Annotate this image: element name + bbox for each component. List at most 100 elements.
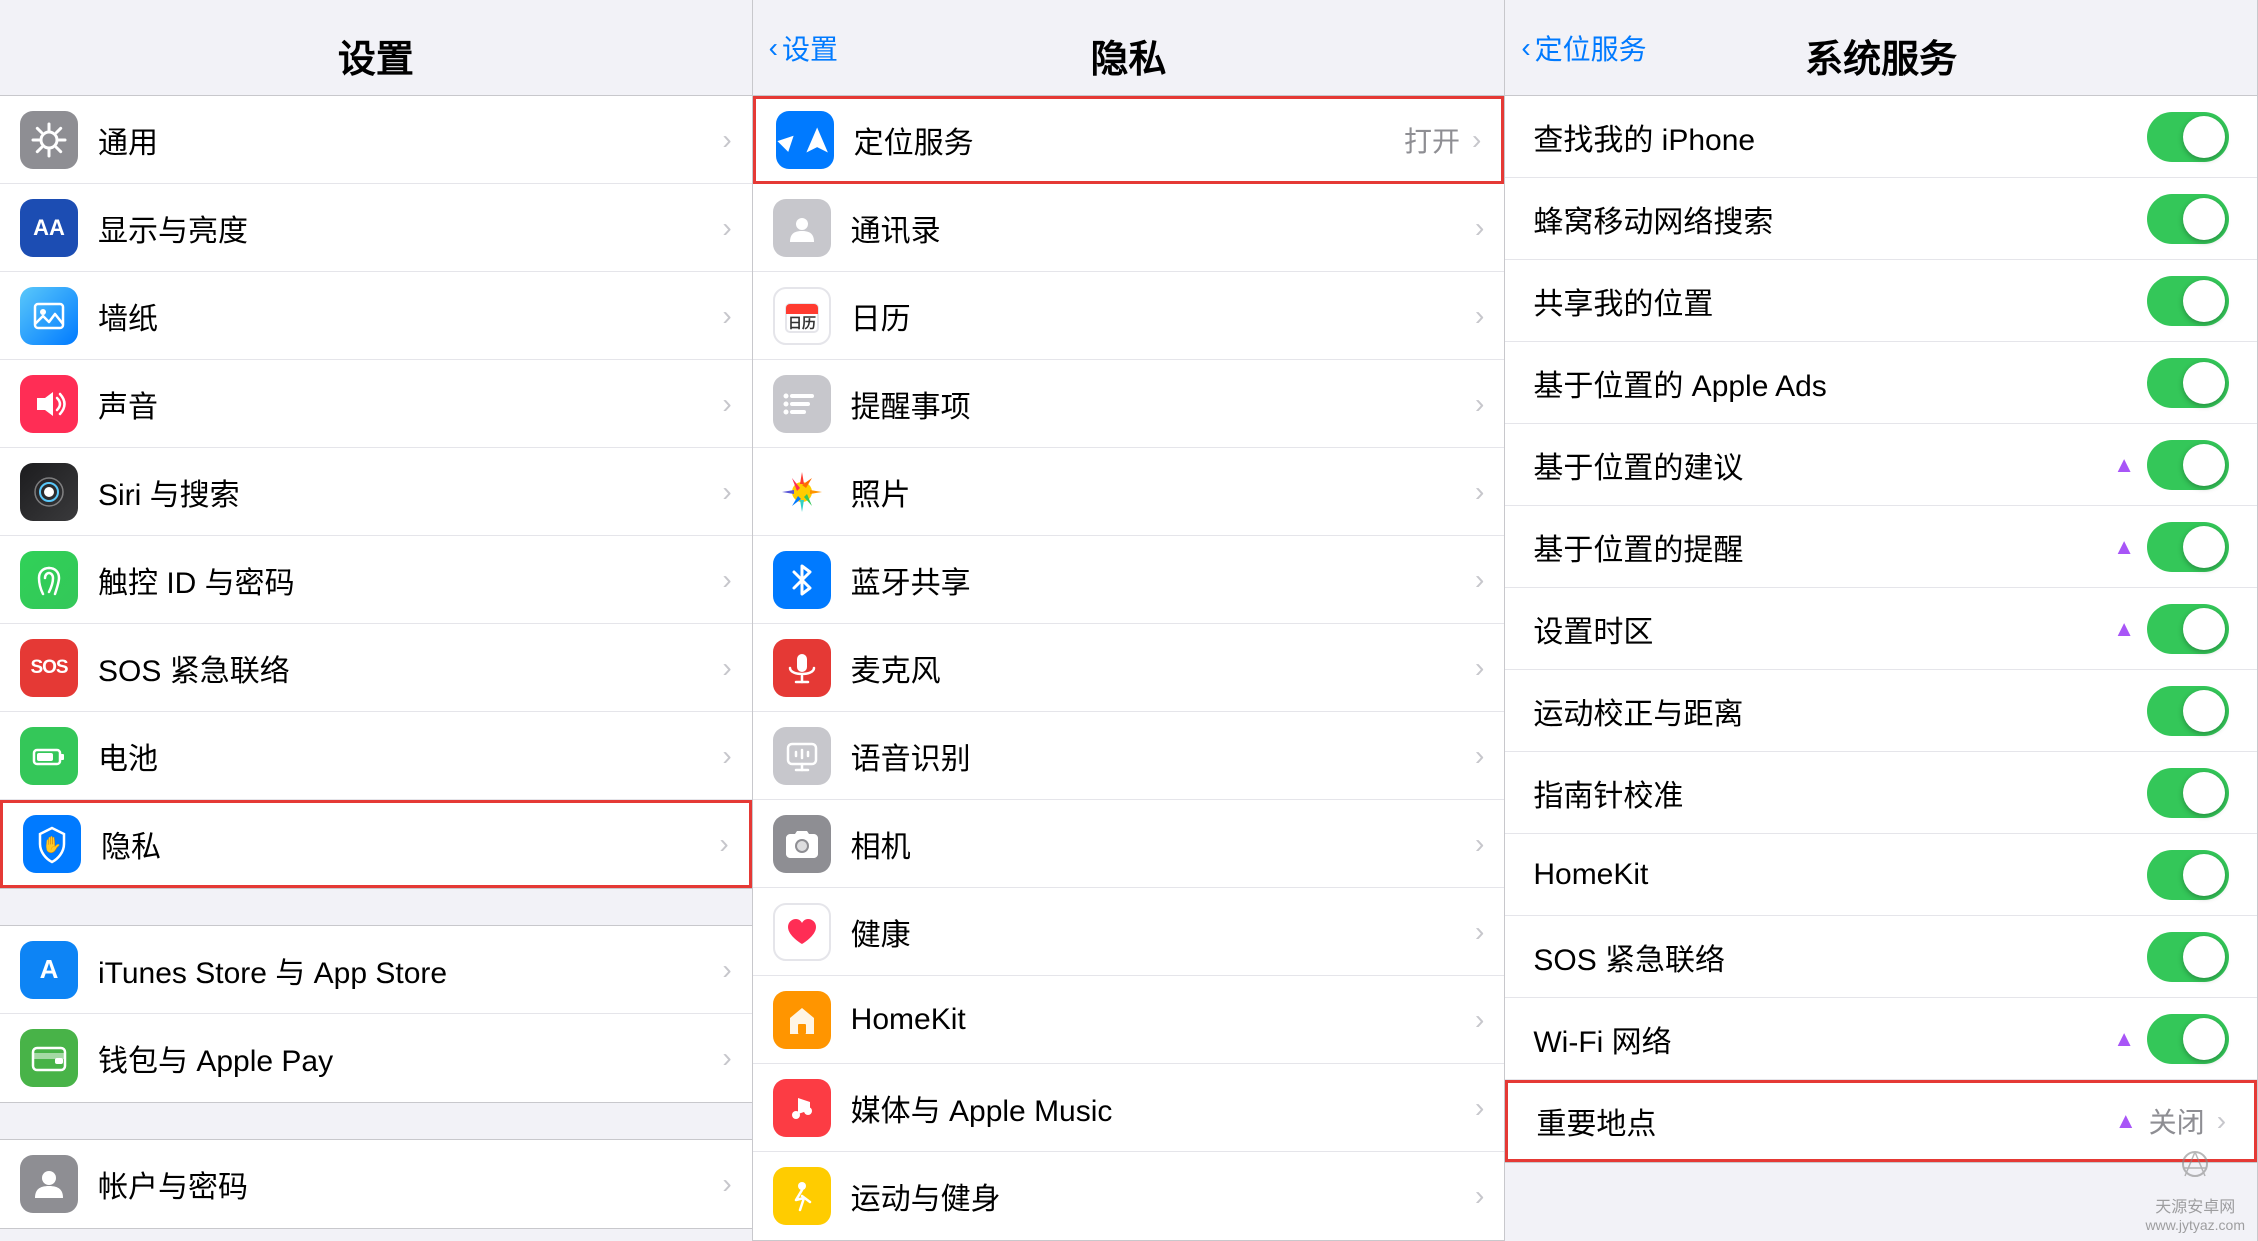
find-iphone-toggle-area[interactable] — [2147, 112, 2229, 162]
important-places-value: 关闭 — [2149, 1101, 2205, 1141]
settings-row-display[interactable]: AA 显示与亮度 › — [0, 184, 752, 272]
contacts-chevron: › — [1475, 212, 1484, 244]
settings-row-general[interactable]: 通用 › — [0, 96, 752, 184]
homekit-icon — [773, 991, 831, 1049]
panel2-back-btn[interactable]: ‹ 设置 — [769, 28, 838, 68]
reminders-loc-toggle-area[interactable]: ▲ — [2113, 522, 2229, 572]
wifi-label: Wi-Fi 网络 — [1533, 1017, 2113, 1061]
timezone-toggle-area[interactable]: ▲ — [2113, 604, 2229, 654]
homekit2-toggle-area[interactable] — [2147, 850, 2229, 900]
back-chevron: ‹ — [769, 32, 778, 64]
suggestions-toggle-area[interactable]: ▲ — [2113, 440, 2229, 490]
calendar-chevron: › — [1475, 300, 1484, 332]
settings-row-itunes[interactable]: A iTunes Store 与 App Store › — [0, 926, 752, 1014]
timezone-arrow-icon: ▲ — [2113, 616, 2135, 642]
settings-row-touchid[interactable]: 触控 ID 与密码 › — [0, 536, 752, 624]
touchid-chevron: › — [722, 564, 731, 596]
itunes-chevron: › — [722, 954, 731, 986]
settings-row-siri[interactable]: Siri 与搜索 › — [0, 448, 752, 536]
share-toggle[interactable] — [2147, 276, 2229, 326]
panel2-row-bluetooth[interactable]: 蓝牙共享 › — [753, 536, 1505, 624]
speech-icon — [773, 727, 831, 785]
wallpaper-chevron: › — [722, 300, 731, 332]
touchid-icon — [20, 551, 78, 609]
panel2-row-reminders[interactable]: 提醒事项 › — [753, 360, 1505, 448]
panel2-row-media[interactable]: 媒体与 Apple Music › — [753, 1064, 1505, 1152]
itunes-icon: A — [20, 941, 78, 999]
sound-icon — [20, 375, 78, 433]
settings-row-privacy[interactable]: ✋ 隐私 › — [0, 800, 752, 888]
panel2-row-health[interactable]: 健康 › — [753, 888, 1505, 976]
compass-toggle[interactable] — [2147, 768, 2229, 818]
settings-row-wallpaper[interactable]: 墙纸 › — [0, 272, 752, 360]
wallet-icon — [20, 1029, 78, 1087]
sound-chevron: › — [722, 388, 731, 420]
photos-chevron: › — [1475, 476, 1484, 508]
cellular-toggle-area[interactable] — [2147, 194, 2229, 244]
health-icon — [773, 903, 831, 961]
panel3-row-motion-cal: 运动校正与距离 — [1505, 670, 2257, 752]
compass-toggle-area[interactable] — [2147, 768, 2229, 818]
panel3-row-homekit2: HomeKit — [1505, 834, 2257, 916]
toggle-thumb — [2183, 772, 2225, 814]
toggle-thumb — [2183, 608, 2225, 650]
panel2-row-location[interactable]: 定位服务 打开 › — [753, 96, 1505, 184]
display-label: 显示与亮度 — [98, 206, 718, 250]
reminders-label: 提醒事项 — [851, 382, 1471, 426]
wallet-label: 钱包与 Apple Pay — [98, 1036, 718, 1080]
motion-cal-toggle[interactable] — [2147, 686, 2229, 736]
find-iphone-label: 查找我的 iPhone — [1533, 115, 2147, 159]
motion-cal-toggle-area[interactable] — [2147, 686, 2229, 736]
panel3-row-cellular: 蜂窝移动网络搜索 — [1505, 178, 2257, 260]
toggle-thumb — [2183, 280, 2225, 322]
timezone-toggle[interactable] — [2147, 604, 2229, 654]
panel2-row-microphone[interactable]: 麦克风 › — [753, 624, 1505, 712]
toggle-thumb — [2183, 444, 2225, 486]
panel2-row-speech[interactable]: 语音识别 › — [753, 712, 1505, 800]
settings-row-account[interactable]: 帐户与密码 › — [0, 1140, 752, 1228]
speech-label: 语音识别 — [851, 734, 1471, 778]
ads-toggle[interactable] — [2147, 358, 2229, 408]
settings-row-wallet[interactable]: 钱包与 Apple Pay › — [0, 1014, 752, 1102]
reminders-loc-arrow-icon: ▲ — [2113, 534, 2135, 560]
panel2-row-contacts[interactable]: 通讯录 › — [753, 184, 1505, 272]
panel2-row-homekit[interactable]: HomeKit › — [753, 976, 1505, 1064]
media-icon — [773, 1079, 831, 1137]
settings-row-battery[interactable]: 电池 › — [0, 712, 752, 800]
panel2-row-camera[interactable]: 相机 › — [753, 800, 1505, 888]
panel3-back-btn[interactable]: ‹ 定位服务 — [1521, 28, 1646, 68]
panel2-row-calendar[interactable]: 日历 日历 › — [753, 272, 1505, 360]
toggle-thumb — [2183, 116, 2225, 158]
wifi-arrow-icon: ▲ — [2113, 1026, 2135, 1052]
cellular-toggle[interactable] — [2147, 194, 2229, 244]
settings-row-sound[interactable]: 声音 › — [0, 360, 752, 448]
settings-row-sos[interactable]: SOS SOS 紧急联络 › — [0, 624, 752, 712]
panel3-row-important-places[interactable]: 重要地点 ▲ 关闭 › — [1505, 1080, 2257, 1162]
wifi-toggle-area[interactable]: ▲ — [2113, 1014, 2229, 1064]
suggestions-toggle[interactable] — [2147, 440, 2229, 490]
reminders-loc-toggle[interactable] — [2147, 522, 2229, 572]
find-iphone-toggle[interactable] — [2147, 112, 2229, 162]
panel2-row-motion[interactable]: 运动与健身 › — [753, 1152, 1505, 1240]
panel3-row-share: 共享我的位置 — [1505, 260, 2257, 342]
cellular-label: 蜂窝移动网络搜索 — [1533, 197, 2147, 241]
panel2-row-photos[interactable]: 照片 › — [753, 448, 1505, 536]
watermark-url: www.jytyaz.com — [2145, 1217, 2245, 1233]
share-toggle-area[interactable] — [2147, 276, 2229, 326]
sos2-toggle[interactable] — [2147, 932, 2229, 982]
homekit2-toggle[interactable] — [2147, 850, 2229, 900]
privacy-panel: ‹ 设置 隐私 定位服务 打开 › — [753, 0, 1506, 1241]
homekit-label: HomeKit — [851, 1003, 1471, 1037]
motion-icon — [773, 1167, 831, 1225]
panel2-title: 隐私 — [773, 28, 1485, 83]
ads-toggle-area[interactable] — [2147, 358, 2229, 408]
wifi-toggle[interactable] — [2147, 1014, 2229, 1064]
location-label: 定位服务 — [854, 118, 1404, 162]
sos2-toggle-area[interactable] — [2147, 932, 2229, 982]
battery-label: 电池 — [98, 734, 718, 778]
compass-label: 指南针校准 — [1533, 771, 2147, 815]
media-label: 媒体与 Apple Music — [851, 1086, 1471, 1130]
panel3-row-sos2: SOS 紧急联络 — [1505, 916, 2257, 998]
important-places-chevron: › — [2217, 1105, 2226, 1137]
display-icon: AA — [20, 199, 78, 257]
